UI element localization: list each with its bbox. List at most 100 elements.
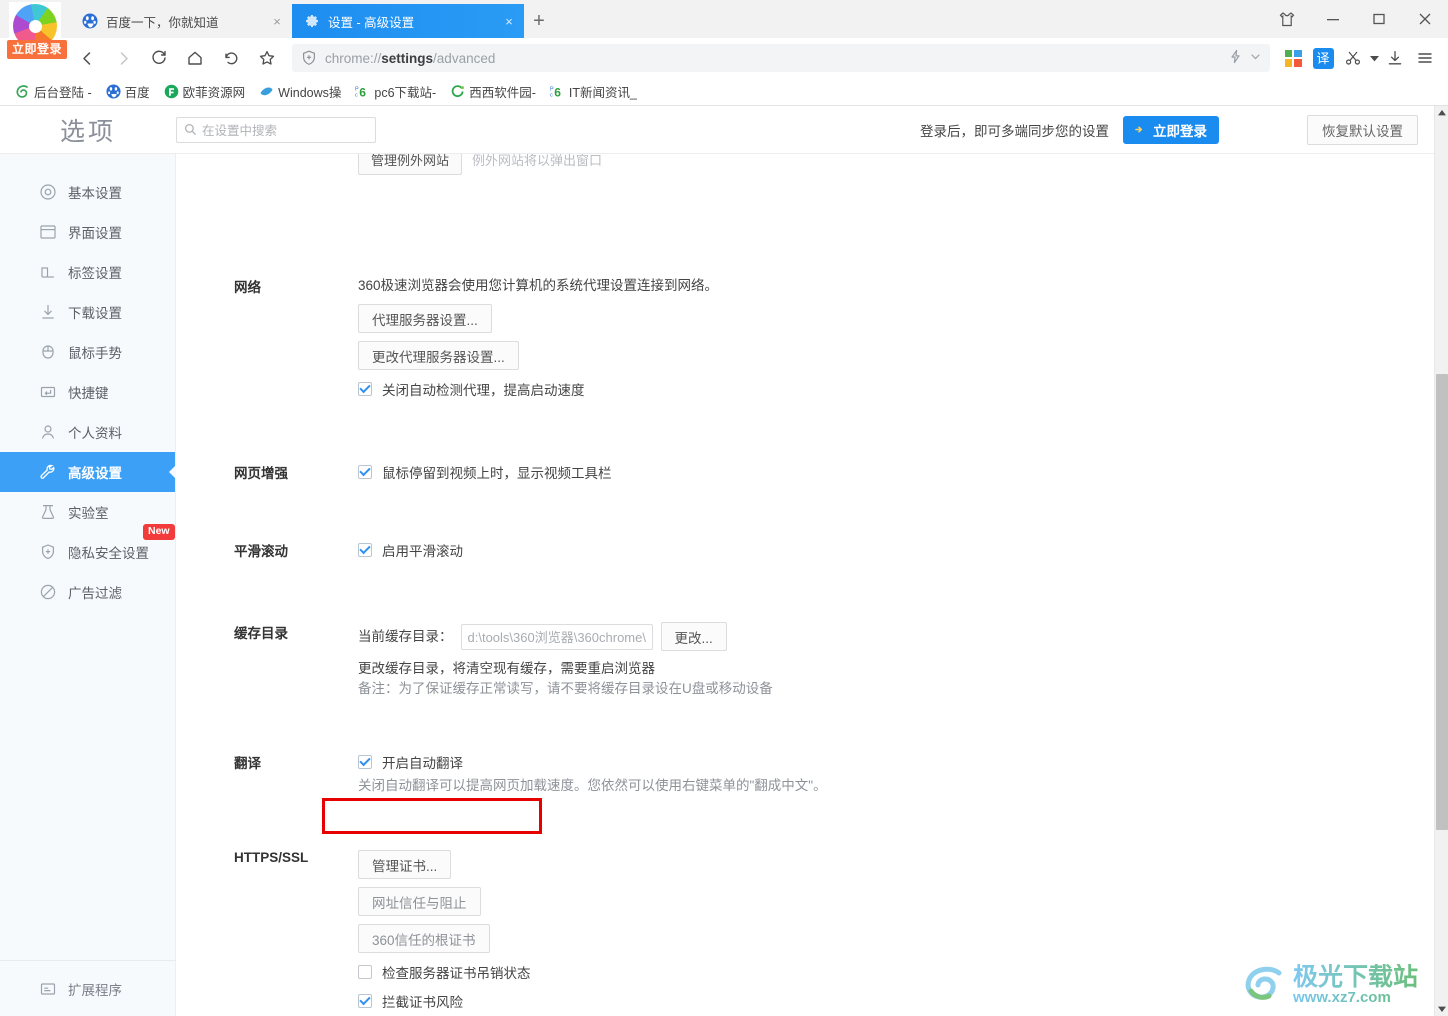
bookmark-item[interactable]: P c 6 IT新闻资讯_ bbox=[543, 81, 644, 103]
menu-icon[interactable] bbox=[1410, 43, 1440, 73]
section-network: 网络 360极速浏览器会使用您计算机的系统代理设置连接到网络。 代理服务器设置.… bbox=[176, 276, 1434, 399]
downloads-icon[interactable] bbox=[1380, 43, 1410, 73]
bookmark-label: IT新闻资讯_ bbox=[568, 86, 637, 100]
win-icon bbox=[260, 87, 273, 96]
bookmark-item[interactable]: 西西软件园- bbox=[443, 81, 543, 103]
flask-icon bbox=[41, 505, 55, 519]
screenshot-dropdown-icon[interactable] bbox=[1368, 43, 1380, 73]
settings-page: 选项 在设置中搜索 登录后，即可多端同步您的设置 立即登录 恢复默认设置 基本设… bbox=[0, 106, 1448, 1016]
bookmark-item[interactable]: 后台登陆 - bbox=[8, 81, 99, 103]
cache-dir-input[interactable]: d:\tools\360浏览器\360chrome\ bbox=[460, 623, 653, 650]
maximize-button[interactable] bbox=[1356, 0, 1402, 38]
sidebar-item-advanced[interactable]: 高级设置 bbox=[0, 452, 176, 492]
360-trusted-root-cert-button[interactable]: 360信任的根证书 bbox=[358, 924, 490, 953]
checkbox-label: 鼠标停留到视频上时，显示视频工具栏 bbox=[382, 466, 612, 481]
home-icon[interactable] bbox=[178, 41, 212, 75]
checkbox-icon bbox=[358, 382, 372, 396]
close-icon[interactable]: × bbox=[500, 12, 518, 30]
window-controls bbox=[1264, 0, 1448, 38]
sidebar-item-label: 实验室 bbox=[68, 506, 109, 521]
sidebar-item-profile[interactable]: 个人资料 bbox=[0, 412, 175, 452]
manage-exception-sites-button[interactable]: 管理例外网站 bbox=[358, 154, 463, 175]
bookmark-item[interactable]: 百度 bbox=[99, 81, 157, 103]
svg-text:6: 6 bbox=[554, 86, 561, 100]
keyboard-icon bbox=[40, 386, 56, 398]
sidebar-item-label: 高级设置 bbox=[68, 466, 122, 481]
sidebar-item-shortcuts[interactable]: 快捷键 bbox=[0, 372, 175, 412]
section-translate: 翻译 开启自动翻译 关闭自动翻译可以提高网页加载速度。您依然可以使用右键菜单的"… bbox=[176, 752, 1434, 796]
address-bar-url: chrome://settings/advanced bbox=[325, 51, 495, 66]
checkbox-check-cert-revocation[interactable]: 检查服务器证书吊销状态 bbox=[358, 962, 1434, 982]
settings-header: 选项 在设置中搜索 登录后，即可多端同步您的设置 立即登录 恢复默认设置 bbox=[0, 106, 1434, 154]
login-button[interactable]: 立即登录 bbox=[1123, 115, 1219, 144]
change-cache-dir-button[interactable]: 更改... bbox=[660, 622, 727, 651]
change-proxy-server-settings-button[interactable]: 更改代理服务器设置... bbox=[358, 341, 519, 370]
pc6-icon: P c 6 bbox=[355, 86, 366, 100]
url-trust-block-button[interactable]: 网址信任与阻止 bbox=[358, 887, 481, 916]
lightning-icon[interactable] bbox=[1228, 49, 1243, 67]
proxy-server-settings-button[interactable]: 代理服务器设置... bbox=[358, 304, 492, 333]
translate-button[interactable]: 译 bbox=[1308, 43, 1338, 73]
bookmark-star-icon[interactable] bbox=[250, 41, 284, 75]
checkbox-icon bbox=[358, 543, 372, 557]
sidebar-item-label: 鼠标手势 bbox=[68, 346, 122, 361]
microsoft-apps-icon[interactable] bbox=[1278, 43, 1308, 73]
minimize-button[interactable] bbox=[1310, 0, 1356, 38]
scroll-up-icon[interactable] bbox=[1435, 106, 1448, 120]
undo-icon[interactable] bbox=[214, 41, 248, 75]
checkbox-video-toolbar[interactable]: 鼠标停留到视频上时，显示视频工具栏 bbox=[358, 462, 1434, 482]
close-icon[interactable]: × bbox=[268, 12, 286, 30]
sidebar-item-mouse-gesture[interactable]: 鼠标手势 bbox=[0, 332, 175, 372]
sidebar-item-extensions[interactable]: 扩展程序 bbox=[0, 960, 176, 1016]
vertical-scrollbar[interactable] bbox=[1434, 106, 1448, 1016]
block-icon bbox=[40, 584, 56, 600]
browser-toolbar: chrome://settings/advanced 译 bbox=[0, 38, 1448, 78]
extension-icon bbox=[40, 982, 56, 995]
section-smooth-scroll: 平滑滚动 启用平滑滚动 bbox=[176, 540, 1434, 560]
bookmark-item[interactable]: Windows操 bbox=[252, 81, 348, 103]
bookmark-item[interactable]: 欧菲资源网 bbox=[157, 81, 253, 103]
sidebar-item-adblock[interactable]: 广告过滤 bbox=[0, 572, 175, 612]
tab-title: 百度一下，你就知道 bbox=[106, 15, 219, 30]
sidebar-item-label: 隐私安全设置 bbox=[68, 546, 149, 561]
scroll-down-icon[interactable] bbox=[1435, 1002, 1448, 1016]
section-label: HTTPS/SSL bbox=[234, 850, 309, 865]
checkbox-block-cert-risk[interactable]: 拦截证书风险 bbox=[358, 991, 1434, 1011]
checkbox-icon bbox=[358, 965, 372, 979]
screenshot-scissors-icon[interactable] bbox=[1338, 43, 1368, 73]
sidebar-item-download[interactable]: 下载设置 bbox=[0, 292, 175, 332]
baidu-icon bbox=[106, 84, 121, 99]
sidebar-item-label: 快捷键 bbox=[68, 386, 109, 401]
scrollbar-thumb[interactable] bbox=[1436, 374, 1448, 830]
login-badge[interactable]: 立即登录 bbox=[7, 40, 68, 59]
checkbox-disable-auto-proxy-detect[interactable]: 关闭自动检测代理，提高启动速度 bbox=[358, 379, 1434, 399]
sidebar-item-label: 基本设置 bbox=[68, 186, 122, 201]
tab-title: 设置 - 高级设置 bbox=[328, 15, 415, 30]
forward-icon[interactable] bbox=[106, 41, 140, 75]
reset-defaults-button[interactable]: 恢复默认设置 bbox=[1307, 114, 1418, 145]
chevron-down-icon[interactable] bbox=[1249, 50, 1262, 66]
close-button[interactable] bbox=[1402, 0, 1448, 38]
manage-certificates-button[interactable]: 管理证书... bbox=[358, 850, 452, 879]
section-label: 平滑滚动 bbox=[234, 544, 288, 559]
bookmark-label: 西西软件园- bbox=[469, 86, 536, 100]
search-input[interactable]: 在设置中搜索 bbox=[176, 116, 376, 143]
sidebar-item-label: 扩展程序 bbox=[68, 982, 122, 998]
checkbox-icon bbox=[358, 465, 372, 479]
sidebar-item-basic[interactable]: 基本设置 bbox=[0, 172, 175, 212]
new-tab-button[interactable]: + bbox=[524, 4, 554, 38]
browser-tab-baidu[interactable]: 百度一下，你就知道 × bbox=[70, 4, 292, 38]
sidebar-item-privacy[interactable]: 隐私安全设置 New bbox=[0, 524, 175, 572]
checkbox-auto-translate[interactable]: 开启自动翻译 bbox=[358, 752, 1434, 772]
section-https-ssl: HTTPS/SSL 管理证书... 网址信任与阻止 360信任的根证书 检查服务… bbox=[176, 850, 1434, 1011]
sidebar-item-tabs[interactable]: 标签设置 bbox=[0, 252, 175, 292]
reload-icon[interactable] bbox=[142, 41, 176, 75]
sidebar-item-interface[interactable]: 界面设置 bbox=[0, 212, 175, 252]
checkbox-smooth-scroll[interactable]: 启用平滑滚动 bbox=[358, 540, 1434, 560]
browser-tab-settings[interactable]: 设置 - 高级设置 × bbox=[292, 4, 524, 38]
section-label: 网页增强 bbox=[234, 466, 288, 481]
back-icon[interactable] bbox=[70, 41, 104, 75]
bookmark-item[interactable]: P c 6 pc6下载站- bbox=[348, 81, 443, 103]
skin-icon[interactable] bbox=[1264, 0, 1310, 38]
address-bar[interactable]: chrome://settings/advanced bbox=[292, 44, 1270, 72]
